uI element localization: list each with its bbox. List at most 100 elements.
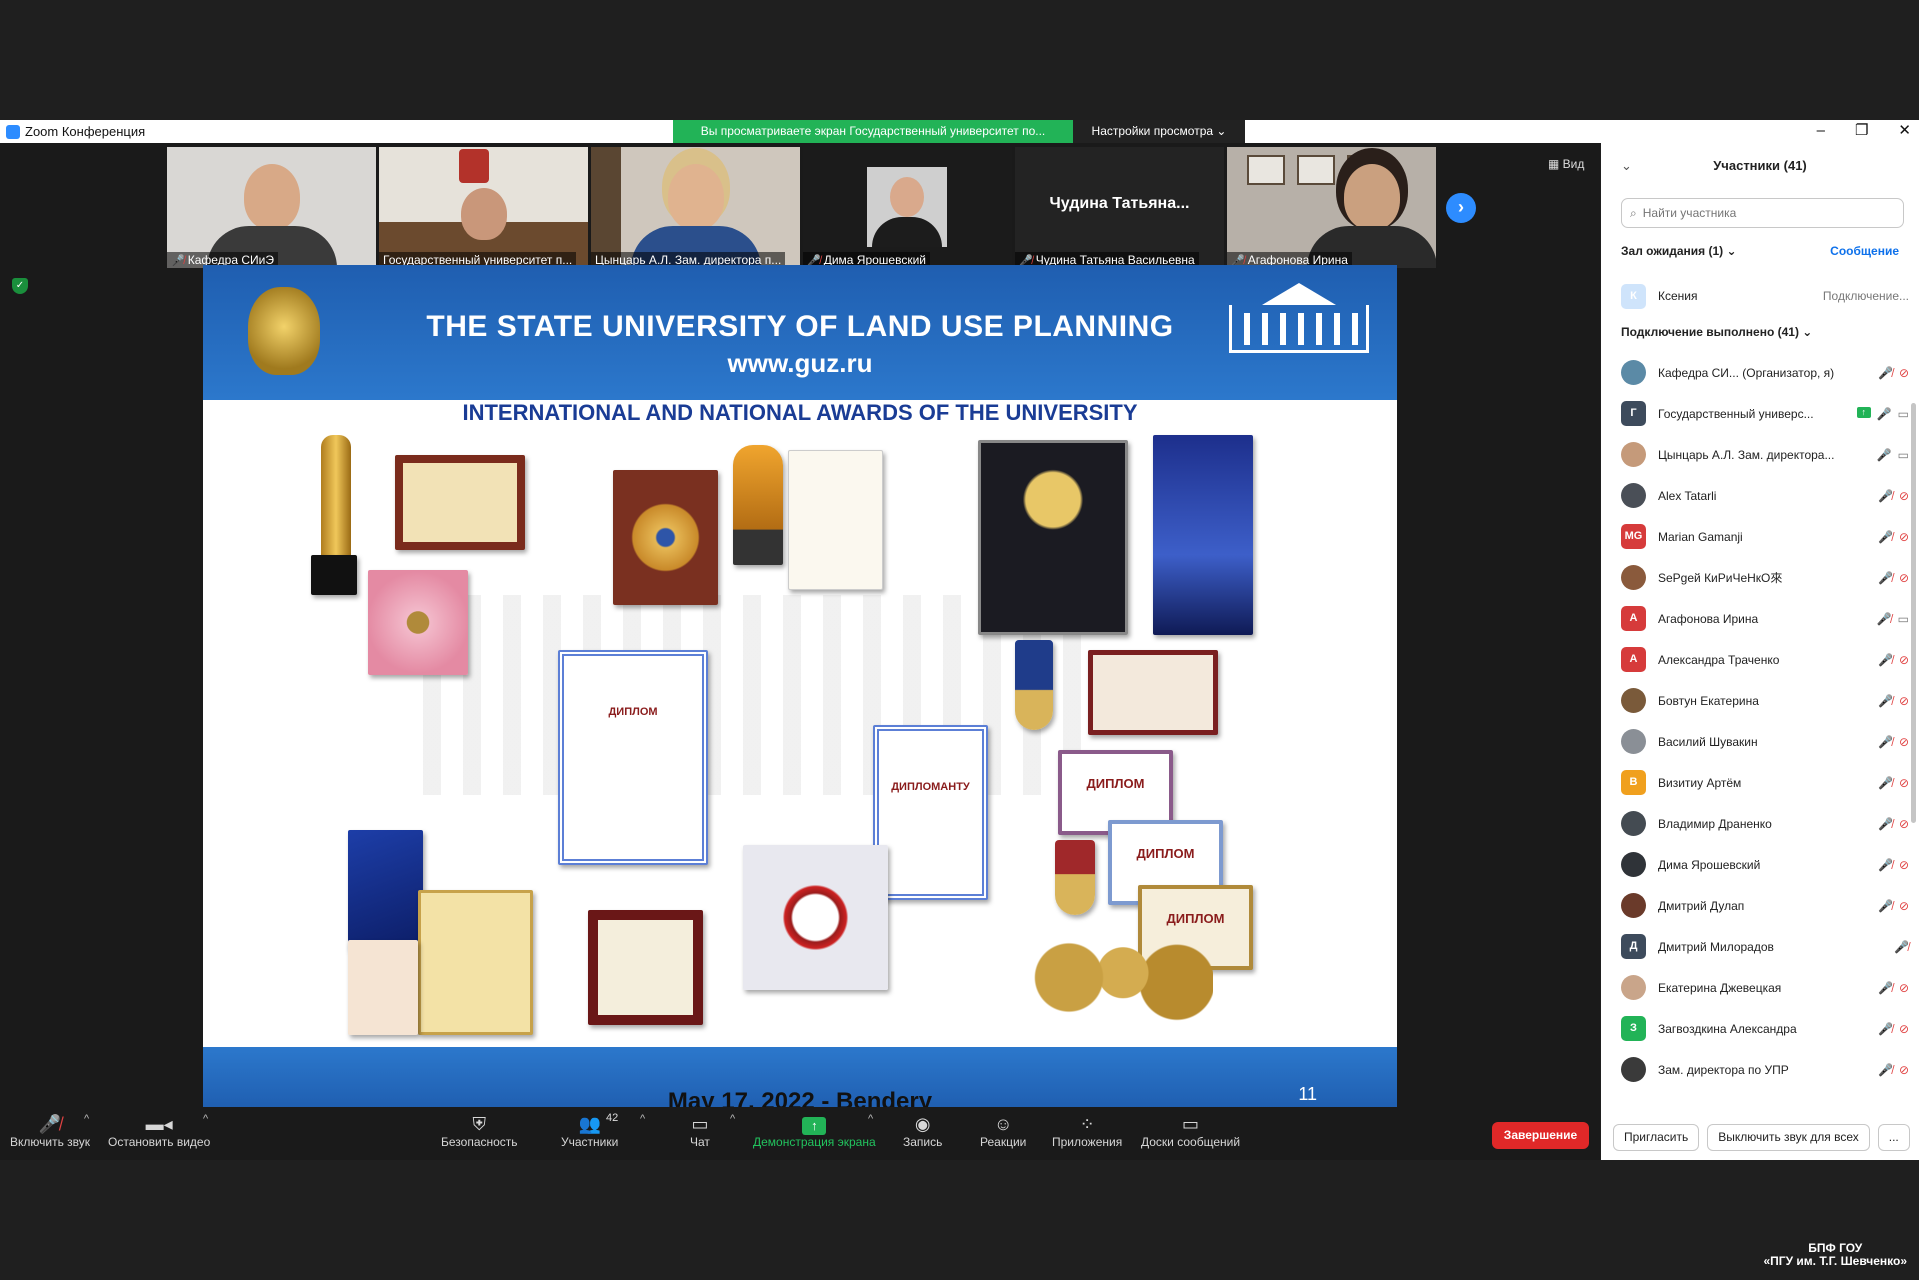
- mic-muted-icon: 🎤̸: [1877, 365, 1893, 380]
- participant-row[interactable]: Дима Ярошевский 🎤̸ ⊘: [1621, 844, 1909, 885]
- video-tile[interactable]: Цынцарь А.Л. Зам. директора п...: [591, 147, 800, 268]
- video-tile[interactable]: Чудина Татьяна... 🎤̸ Чудина Татьяна Васил…: [1015, 147, 1224, 268]
- camera-off-icon: ⊘: [1898, 365, 1909, 380]
- participant-row[interactable]: А Александра Траченко 🎤̸ ⊘: [1621, 639, 1909, 680]
- medal-card: [348, 940, 418, 1035]
- participant-row[interactable]: Екатерина Джевецкая 🎤̸ ⊘: [1621, 967, 1909, 1008]
- participant-row[interactable]: Василий Шувакин 🎤̸ ⊘: [1621, 721, 1909, 762]
- avatar: MG: [1621, 524, 1646, 549]
- participant-row[interactable]: MG Marian Gamanji 🎤̸ ⊘: [1621, 516, 1909, 557]
- video-options-caret-icon[interactable]: ^: [203, 1113, 208, 1125]
- participant-status-icons: 🎤̸ ⊘: [1878, 1063, 1909, 1077]
- participant-status-icons: 🎤̸ ⊘: [1878, 571, 1909, 585]
- chat-button[interactable]: ▭ Чат: [690, 1113, 710, 1149]
- camera-off-icon: ⊘: [1898, 1021, 1909, 1036]
- video-tile[interactable]: 🎤̸ Дима Ярошевский: [803, 147, 1012, 268]
- record-button[interactable]: ◉ Запись: [903, 1113, 942, 1149]
- reactions-button[interactable]: ☺ Реакции: [980, 1113, 1026, 1149]
- participants-panel: ⌄ Участники (41) ⌕ Зал ожидания (1) ⌄ Со…: [1601, 143, 1919, 1160]
- participant-row[interactable]: Дмитрий Дулап 🎤̸ ⊘: [1621, 885, 1909, 926]
- participant-status-icons: ↑ 🎤 ▭: [1856, 406, 1909, 421]
- avatar: [1621, 1057, 1646, 1082]
- participant-name: Цынцарь А.Л. Зам. директора...: [1658, 447, 1835, 462]
- participant-row[interactable]: Г Государственный универс... ↑ 🎤 ▭: [1621, 393, 1909, 434]
- participant-search[interactable]: ⌕: [1621, 198, 1904, 228]
- participant-name: Владимир Драненко: [1658, 816, 1772, 831]
- video-gallery-strip: 🎤̸ Кафедра СИиЭ Государственный университ…: [167, 147, 1436, 268]
- mic-muted-icon: 🎤̸: [1877, 898, 1893, 913]
- mute-all-button[interactable]: Выключить звук для всех: [1707, 1124, 1870, 1151]
- statuette-base: [311, 555, 357, 595]
- mic-muted-icon: 🎤̸: [1894, 939, 1909, 954]
- panel-scrollbar[interactable]: [1911, 403, 1916, 823]
- message-link[interactable]: Сообщение: [1830, 244, 1899, 258]
- apps-icon: ⁘: [1079, 1114, 1095, 1134]
- chat-options-caret-icon[interactable]: ^: [730, 1113, 735, 1125]
- participant-status-icons: 🎤̸ ⊘: [1878, 776, 1909, 790]
- medal-on-ribbon: [1015, 640, 1053, 730]
- participant-row[interactable]: Бовтун Екатерина 🎤̸ ⊘: [1621, 680, 1909, 721]
- avatar: [1621, 483, 1646, 508]
- participant-status-icons: 🎤̸ ▭: [1877, 612, 1909, 626]
- security-button[interactable]: ⛨ Безопасность: [441, 1113, 518, 1149]
- camera-off-icon: ⊘: [1898, 816, 1909, 831]
- participant-row[interactable]: SePgeй КиРиЧеНкО來 🎤̸ ⊘: [1621, 557, 1909, 598]
- mic-muted-icon: 🎤̸: [1877, 980, 1893, 995]
- invite-button[interactable]: Пригласить: [1613, 1124, 1700, 1151]
- mic-muted-icon: 🎤̸: [1877, 775, 1893, 790]
- participant-row[interactable]: Владимир Драненко 🎤̸ ⊘: [1621, 803, 1909, 844]
- slide-title: THE STATE UNIVERSITY OF LAND USE PLANNIN…: [426, 310, 1174, 343]
- gratitude-letter: [418, 890, 533, 1035]
- collapse-chevron-icon[interactable]: ⌄: [1621, 143, 1632, 188]
- participant-row[interactable]: Д Дмитрий Милорадов 🎤̸: [1621, 926, 1909, 967]
- participant-row[interactable]: А Агафонова Ирина 🎤̸ ▭: [1621, 598, 1909, 639]
- search-input[interactable]: [1642, 206, 1883, 220]
- audio-options-caret-icon[interactable]: ^: [84, 1113, 89, 1125]
- more-options-button[interactable]: ...: [1877, 1124, 1910, 1151]
- participant-row[interactable]: Цынцарь А.Л. Зам. директора... 🎤 ▭: [1621, 434, 1909, 475]
- restore-icon[interactable]: ❐: [1855, 120, 1868, 142]
- avatar: [1621, 852, 1646, 877]
- avatar: [1621, 360, 1646, 385]
- view-options-button[interactable]: Настройки просмотра ⌄: [1073, 120, 1245, 143]
- video-tile[interactable]: Государственный университет п...: [379, 147, 588, 268]
- next-page-arrow-icon[interactable]: ›: [1446, 193, 1476, 223]
- participants-options-caret-icon[interactable]: ^: [640, 1113, 645, 1125]
- participant-row[interactable]: В Визитиу Артём 🎤̸ ⊘: [1621, 762, 1909, 803]
- camera-off-icon: ⊘: [1898, 980, 1909, 995]
- gold-coins: [1033, 930, 1213, 1025]
- end-meeting-button[interactable]: Завершение: [1492, 1122, 1589, 1149]
- video-tile[interactable]: 🎤̸ Кафедра СИиЭ: [167, 147, 376, 268]
- camera-off-icon: ⊘: [1898, 529, 1909, 544]
- camera-off-icon: ⊘: [1898, 898, 1909, 913]
- slide-footer: May 17, 2022 - Bendery 11: [203, 1047, 1397, 1110]
- stop-video-button[interactable]: ▬◂ Остановить видео: [108, 1113, 210, 1149]
- participant-row[interactable]: Зам. директора по УПР 🎤̸ ⊘: [1621, 1049, 1909, 1090]
- video-tile[interactable]: 🎤̸ Агафонова Ирина: [1227, 147, 1436, 268]
- participant-video: [460, 188, 507, 240]
- european-quality-certificate: [788, 450, 883, 590]
- close-icon[interactable]: ✕: [1898, 120, 1911, 142]
- participant-row[interactable]: З Загвоздкина Александра 🎤̸ ⊘: [1621, 1008, 1909, 1049]
- mic-icon: 🎤: [1876, 406, 1892, 421]
- view-button[interactable]: ▦ Вид: [1548, 157, 1584, 171]
- participant-status-icons: 🎤̸ ⊘: [1878, 530, 1909, 544]
- app-title: Zoom Конференция: [6, 124, 145, 139]
- waiting-room-title[interactable]: Зал ожидания (1) ⌄: [1621, 244, 1737, 258]
- unmute-button[interactable]: 🎤̸ Включить звук: [10, 1113, 90, 1149]
- participant-row[interactable]: Alex Tatarli 🎤̸ ⊘: [1621, 475, 1909, 516]
- participant-status-icons: 🎤̸ ⊘: [1878, 694, 1909, 708]
- share-screen-button[interactable]: ↑ Демонстрация экрана: [753, 1113, 876, 1149]
- order-on-pink-cushion: [368, 570, 468, 675]
- avatar: [1621, 811, 1646, 836]
- participant-row[interactable]: Кафедра СИ... (Организатор, я) 🎤̸ ⊘: [1621, 352, 1909, 393]
- encryption-shield-icon[interactable]: ✓: [12, 278, 28, 294]
- apps-button[interactable]: ⁘ Приложения: [1052, 1113, 1122, 1149]
- waiting-participant[interactable]: К Ксения Подключение...: [1621, 283, 1909, 309]
- minimize-icon[interactable]: –: [1817, 120, 1825, 142]
- share-options-caret-icon[interactable]: ^: [868, 1113, 873, 1125]
- mic-icon: 🎤: [1876, 447, 1892, 462]
- whiteboards-button[interactable]: ▭ Доски сообщений: [1141, 1113, 1240, 1149]
- connected-title[interactable]: Подключение выполнено (41) ⌄: [1621, 325, 1812, 339]
- participant-name: Александра Траченко: [1658, 652, 1780, 667]
